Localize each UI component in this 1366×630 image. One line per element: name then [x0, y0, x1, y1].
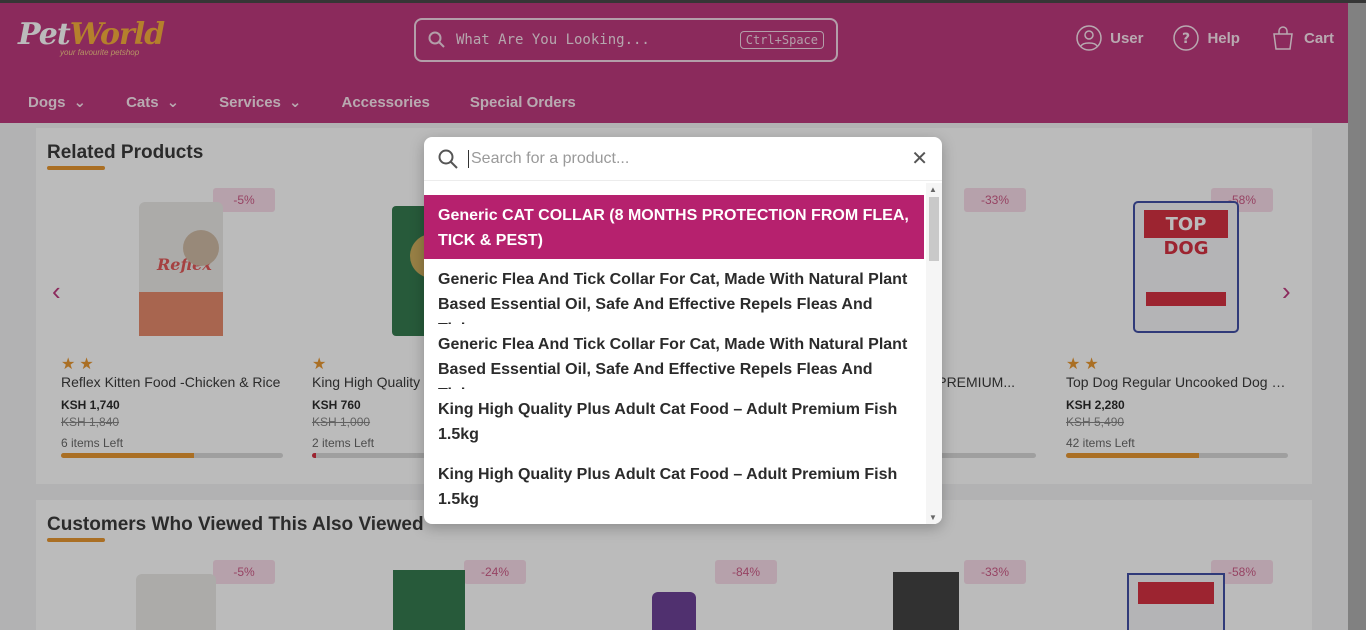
modal-search-bar: ✕	[424, 137, 942, 181]
scroll-up-icon[interactable]: ▲	[929, 185, 937, 194]
product-search-modal: ✕ Generic CAT COLLAR (8 MONTHS PROTECTIO…	[424, 137, 942, 524]
search-result-item[interactable]: Generic Flea And Tick Collar For Cat, Ma…	[424, 259, 924, 324]
results-scrollbar[interactable]: ▲ ▼	[926, 183, 942, 524]
search-result-item[interactable]: Generic Flea And Tick Collar For Cat, Ma…	[424, 324, 924, 389]
search-result-item[interactable]: King High Quality Plus Adult Cat Food – …	[424, 389, 924, 454]
search-results-list: Generic CAT COLLAR (8 MONTHS PROTECTION …	[424, 195, 924, 524]
search-result-item[interactable]: King High Quality Plus Adult Cat Food – …	[424, 454, 924, 519]
scroll-down-icon[interactable]: ▼	[929, 513, 937, 522]
scrollbar-thumb[interactable]	[929, 197, 939, 261]
search-result-item[interactable]: Generic CAT COLLAR (8 MONTHS PROTECTION …	[424, 195, 924, 259]
search-icon	[438, 149, 458, 169]
close-icon[interactable]: ✕	[911, 146, 928, 171]
product-search-input[interactable]	[468, 149, 912, 168]
